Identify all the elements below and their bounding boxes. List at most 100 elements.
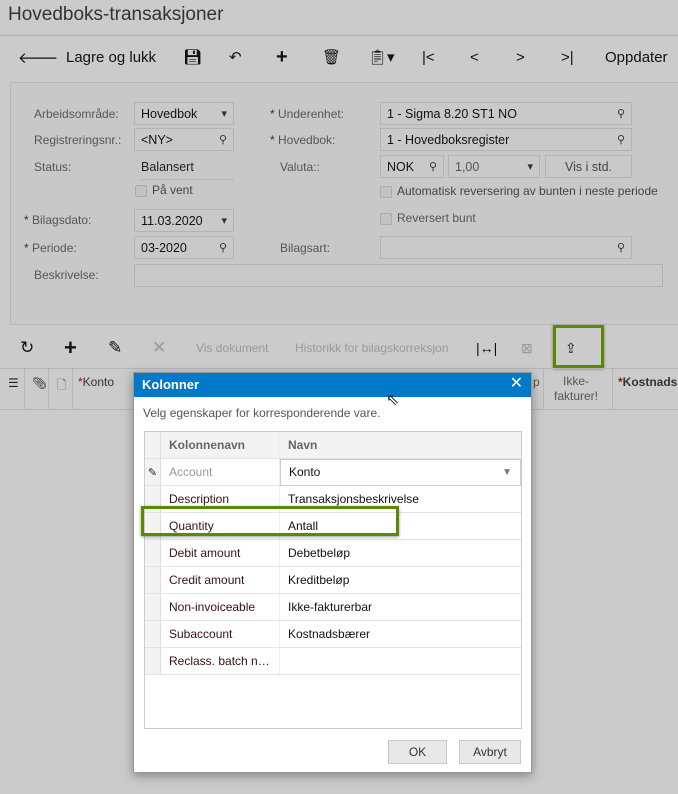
table-row[interactable]: Non-invoiceable Ikke-fakturerbar: [145, 594, 521, 621]
search-icon: ⚲: [616, 134, 625, 146]
paste-menu-icon[interactable]: 📋︎▾: [368, 46, 395, 68]
table-row[interactable]: Subaccount Kostnadsbærer: [145, 621, 521, 648]
column-name: Account: [161, 459, 280, 485]
highlight-box: [553, 325, 604, 368]
column-display-name: Ikke-fakturerbar: [288, 600, 373, 614]
save-close-button[interactable]: Lagre og lukk: [66, 46, 156, 68]
table-row[interactable]: Credit amount Kreditbeløp: [145, 567, 521, 594]
close-icon[interactable]: ✕: [510, 376, 523, 393]
attachment-icon: 📎︎: [32, 376, 48, 390]
date-value: 11.03.2020: [141, 213, 203, 228]
add-icon[interactable]: +: [276, 46, 288, 68]
dialog-title: Kolonner: [142, 377, 200, 392]
ledger-label: Hovedbok:: [270, 133, 335, 147]
subunit-field[interactable]: 1 - Sigma 8.20 ST1 NO ⚲: [380, 102, 632, 125]
delete-row-icon[interactable]: ✕: [152, 338, 166, 358]
col-account[interactable]: *Konto: [78, 375, 114, 389]
edit-icon: ✎: [145, 459, 161, 485]
col-account-label: Konto: [82, 375, 115, 389]
dialog-hint: Velg egenskaper for korresponderende var…: [143, 406, 381, 420]
delete-icon[interactable]: 🗑︎: [322, 46, 341, 68]
column-display-name: Debetbeløp: [288, 546, 351, 560]
rate-value: 1,00: [455, 159, 480, 174]
col-partial[interactable]: p: [533, 375, 540, 389]
cursor-icon: ⇖: [386, 392, 400, 409]
regno-field[interactable]: <NY> ⚲: [134, 128, 234, 151]
note-icon: 🗋: [57, 378, 67, 392]
divider: [0, 35, 678, 36]
auto-reverse-checkbox[interactable]: Automatisk reversering av bunten i neste…: [380, 184, 658, 198]
quantity-highlight: [141, 506, 399, 536]
add-row-icon[interactable]: +: [64, 335, 77, 360]
refresh-button[interactable]: Oppdater: [605, 46, 668, 68]
back-button[interactable]: 🡐: [18, 46, 58, 68]
table-row[interactable]: Reclass. batch n…: [145, 648, 521, 675]
fit-columns-icon[interactable]: |↔|: [476, 338, 497, 358]
columns-dialog: Kolonner ✕ Velg egenskaper for korrespond…: [133, 372, 532, 773]
workspace-label: Arbeidsområde:: [34, 107, 119, 121]
history-button[interactable]: Historikk for bilagskorreksjon: [295, 338, 448, 358]
regno-value: <NY>: [141, 132, 173, 147]
period-label: Periode:: [24, 241, 77, 255]
cancel-button[interactable]: Avbryt: [459, 740, 521, 764]
column-display-name: Kreditbeløp: [288, 573, 350, 587]
reversed-checkbox[interactable]: Reversert bunt: [380, 211, 476, 225]
col-name-header: Kolonnenavn: [161, 432, 280, 458]
columns-table: Kolonnenavn Navn ✎ Account Konto ▼ Descriptio…: [144, 431, 522, 729]
description-label: Beskrivelse:: [34, 268, 99, 282]
doctype-label: Bilagsart:: [280, 241, 331, 255]
table-row[interactable]: ✎ Account Konto ▼: [145, 458, 521, 486]
rate-select[interactable]: 1,00 ▾: [448, 155, 540, 178]
chevron-down-icon: ▾: [527, 161, 533, 173]
dialog-header: Kolonner ✕: [134, 373, 531, 397]
search-icon: ⚲: [616, 242, 625, 254]
search-icon: ⚲: [616, 108, 625, 120]
columns-icon[interactable]: ☰: [8, 376, 19, 390]
save-icon[interactable]: 💾︎: [183, 46, 202, 68]
auto-reverse-label: Automatisk reversering av bunten i neste…: [397, 184, 658, 198]
column-name: Credit amount: [161, 567, 280, 593]
onhold-checkbox[interactable]: På vent: [135, 183, 193, 197]
chevron-down-icon: ▾: [221, 108, 227, 120]
name-select[interactable]: Konto ▼: [280, 458, 521, 486]
name-header: Navn: [288, 438, 318, 452]
excel-icon[interactable]: ⊠: [521, 338, 533, 358]
column-name: Reclass. batch n…: [161, 648, 280, 674]
ledger-field[interactable]: 1 - Hovedboksregister ⚲: [380, 128, 632, 151]
status-value: Balansert: [141, 160, 233, 180]
ok-button[interactable]: OK: [388, 740, 447, 764]
description-field[interactable]: [134, 264, 663, 287]
col-noninvoiceable[interactable]: Ikke-fakturer!: [548, 374, 604, 404]
workspace-select[interactable]: Hovedbok ▾: [134, 102, 234, 125]
show-std-button[interactable]: Vis i std.: [545, 155, 632, 178]
table-row[interactable]: Debit amount Debetbeløp: [145, 540, 521, 567]
reversed-label: Reversert bunt: [397, 211, 476, 225]
page-title: Hovedboks-transaksjoner: [8, 4, 224, 25]
name-value: Konto: [289, 465, 321, 479]
table-header: Kolonnenavn Navn: [145, 432, 521, 459]
search-icon: ⚲: [218, 242, 227, 254]
col-subaccount[interactable]: *Kostnads: [618, 375, 677, 389]
currency-value: NOK: [387, 159, 415, 174]
search-icon: ⚲: [218, 134, 227, 146]
view-document-button[interactable]: Vis dokument: [196, 338, 269, 358]
prev-icon[interactable]: <: [470, 46, 479, 68]
col-subaccount-label: Kostnads: [622, 375, 678, 389]
column-display-name: Kostnadsbærer: [288, 627, 371, 641]
last-icon[interactable]: >|: [561, 46, 574, 68]
chevron-down-icon: ▼: [502, 466, 512, 478]
period-field[interactable]: 03-2020 ⚲: [134, 236, 234, 259]
column-name: Debit amount: [161, 540, 280, 566]
chevron-down-icon: ▾: [221, 215, 227, 227]
first-icon[interactable]: |<: [422, 46, 435, 68]
undo-icon[interactable]: ↶: [229, 46, 242, 68]
refresh-icon[interactable]: ↻: [20, 338, 34, 358]
edit-icon[interactable]: ✎: [108, 338, 122, 358]
column-display-name: [280, 648, 521, 674]
subunit-value: 1 - Sigma 8.20 ST1 NO: [387, 106, 517, 121]
period-value: 03-2020: [141, 240, 187, 255]
next-icon[interactable]: >: [516, 46, 525, 68]
date-field[interactable]: 11.03.2020 ▾: [134, 209, 234, 232]
currency-field[interactable]: NOK ⚲: [380, 155, 444, 178]
doctype-field[interactable]: ⚲: [380, 236, 632, 259]
